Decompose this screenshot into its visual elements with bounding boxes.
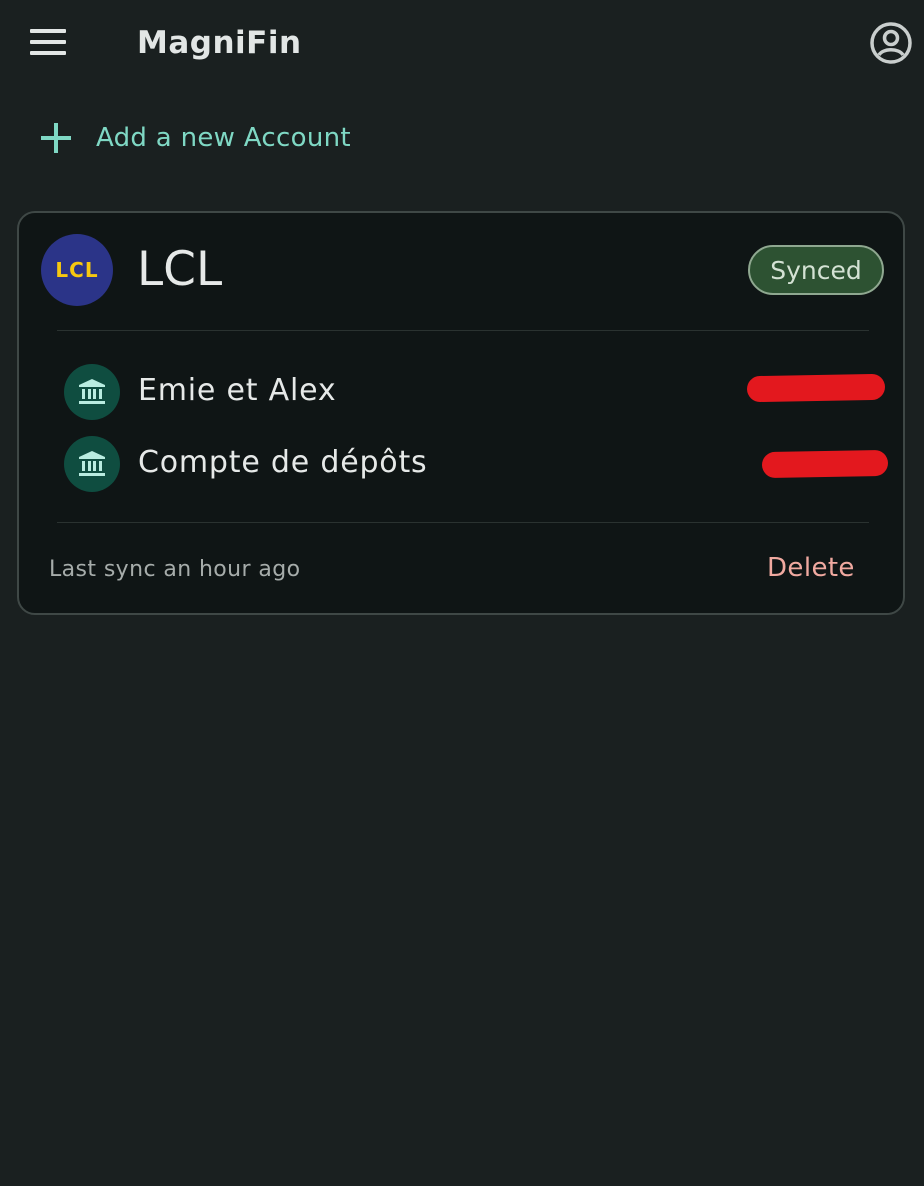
account-button[interactable] — [866, 18, 916, 68]
delete-button[interactable]: Delete — [761, 549, 861, 587]
account-balance-redacted — [746, 373, 886, 403]
account-name: Compte de dépôts — [138, 445, 428, 480]
account-row[interactable]: Emie et Alex — [64, 363, 894, 421]
last-sync-text: Last sync an hour ago — [49, 557, 301, 582]
status-badge: Synced — [748, 245, 884, 295]
bank-connection-card: LCL LCL Synced Emie et Alex Compte de dé… — [17, 211, 905, 615]
bank-name: LCL — [137, 242, 223, 297]
add-account-button[interactable]: Add a new Account — [36, 116, 351, 160]
account-name: Emie et Alex — [138, 373, 337, 408]
divider — [57, 522, 869, 523]
bank-logo: LCL — [41, 234, 113, 306]
account-balance-redacted — [761, 449, 889, 479]
bank-logo-text: LCL — [55, 258, 99, 282]
divider — [57, 330, 869, 331]
menu-button[interactable] — [22, 22, 74, 62]
plus-icon — [36, 118, 76, 158]
hamburger-menu-icon — [30, 29, 66, 55]
app-title: MagniFin — [137, 25, 302, 61]
account-row[interactable]: Compte de dépôts — [64, 435, 894, 493]
bank-icon — [64, 364, 120, 420]
app-bar: MagniFin — [0, 0, 924, 86]
add-account-label: Add a new Account — [96, 123, 351, 153]
account-circle-icon — [870, 22, 912, 64]
bank-icon — [64, 436, 120, 492]
